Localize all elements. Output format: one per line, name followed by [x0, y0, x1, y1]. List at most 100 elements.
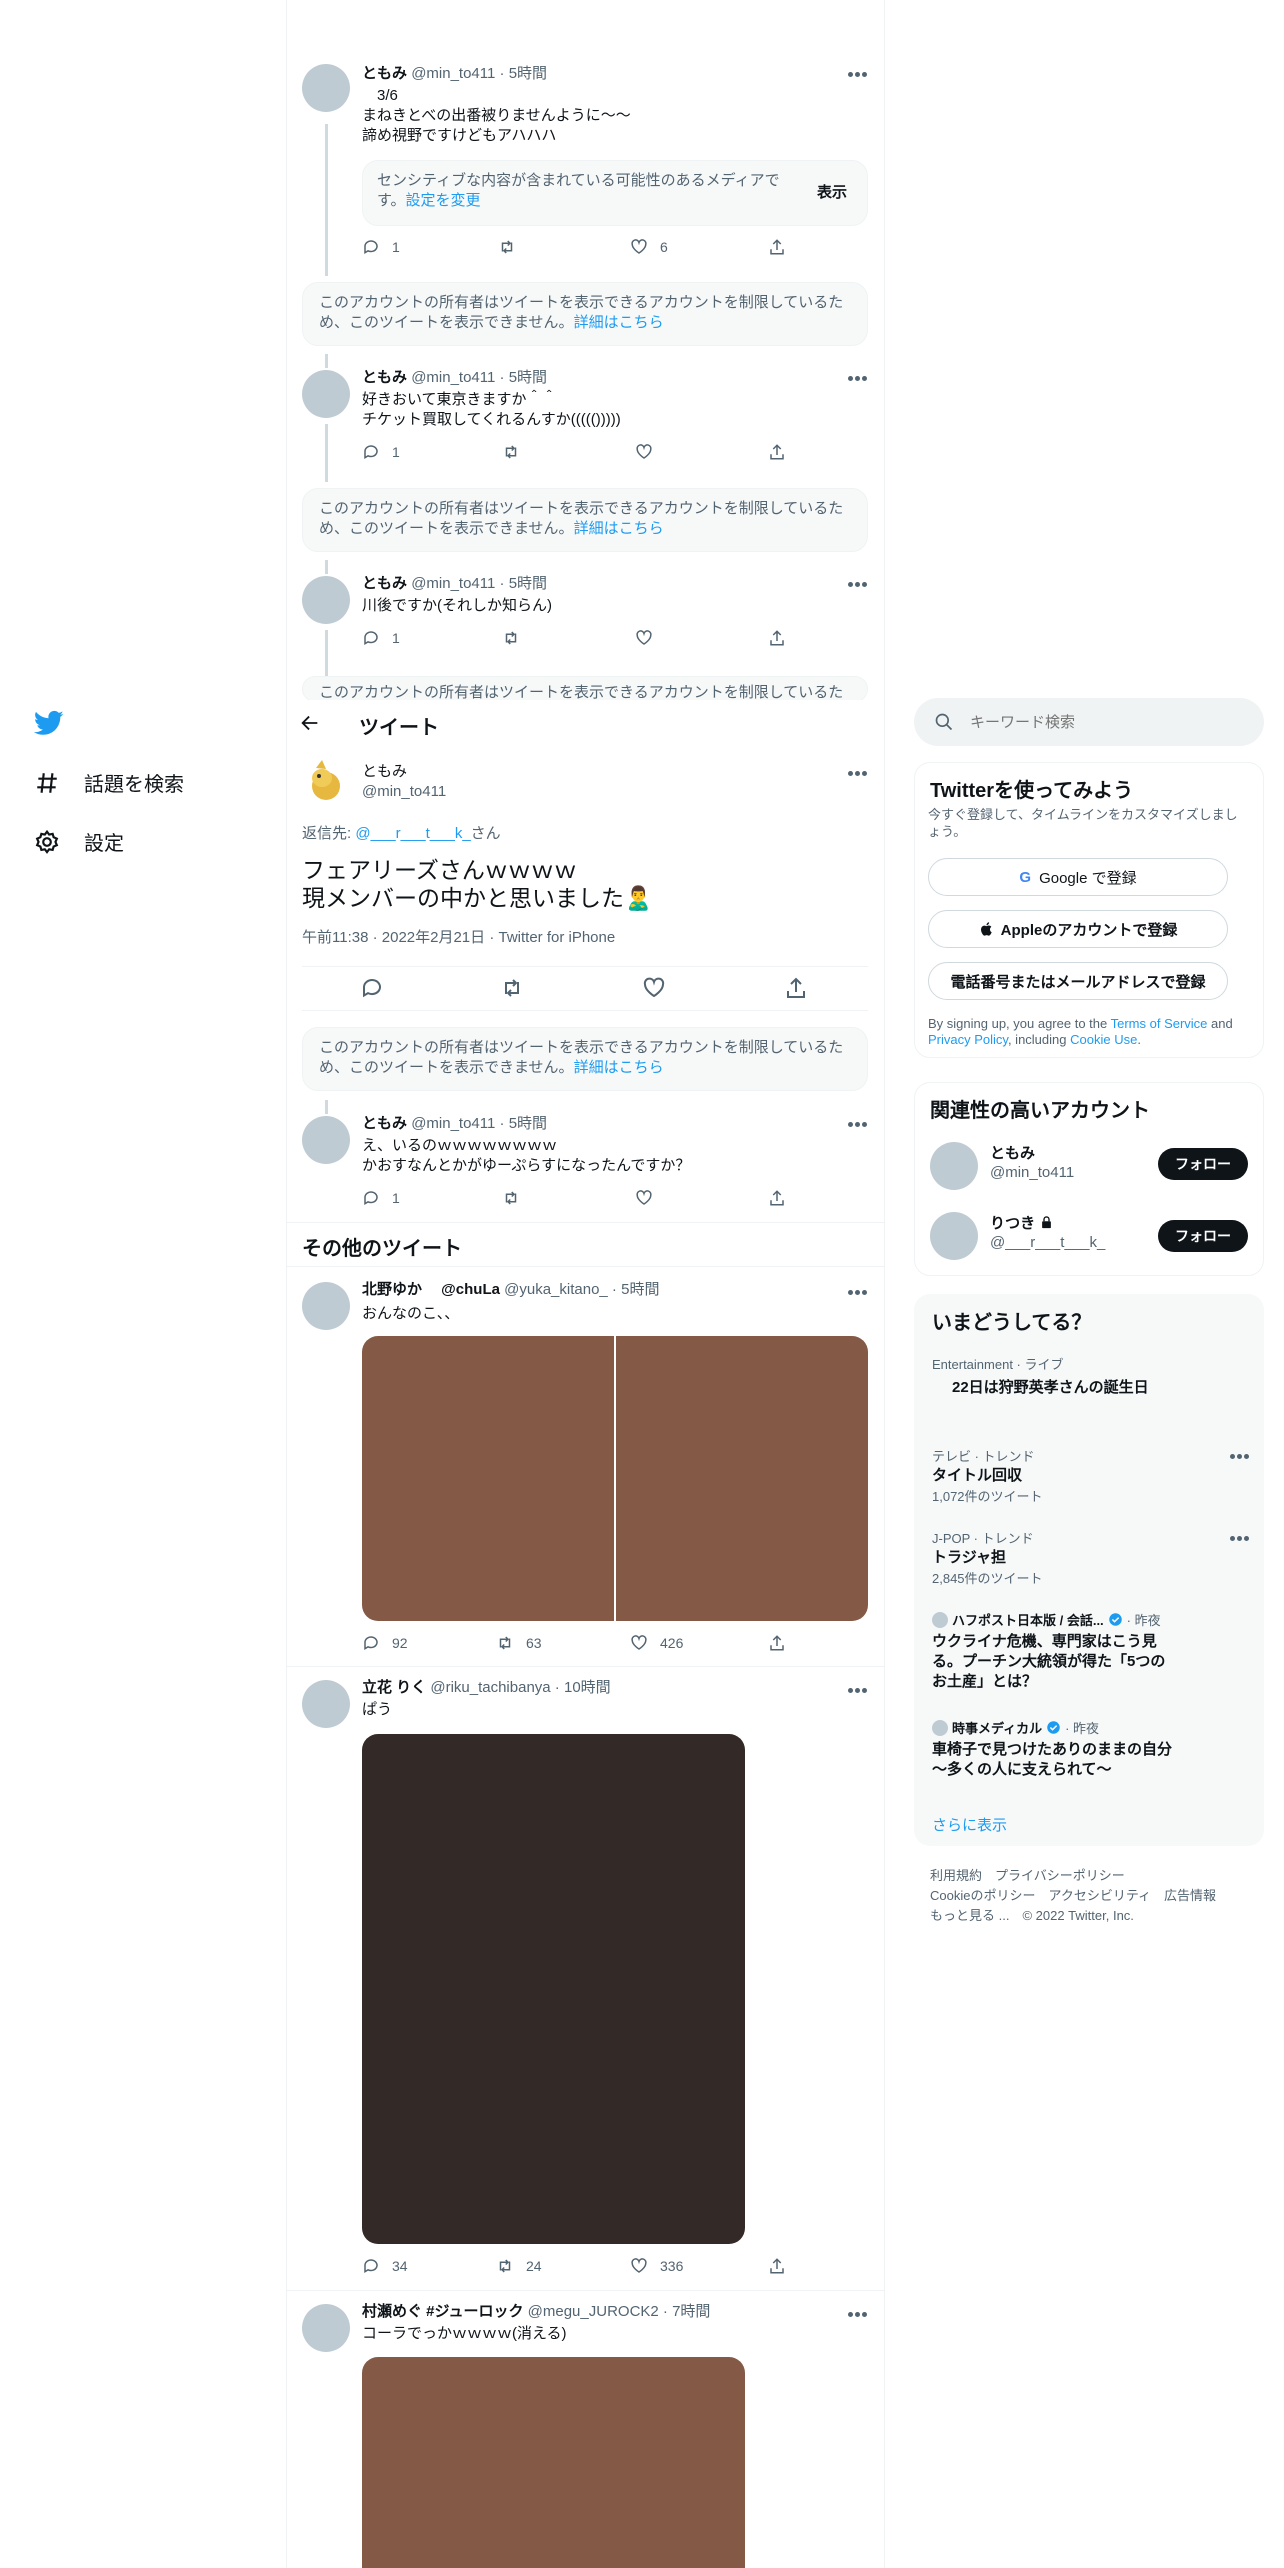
- more-icon[interactable]: [1230, 1454, 1250, 1460]
- change-settings-link[interactable]: 設定を変更: [406, 192, 481, 209]
- tweet-header: ともみ @min_to411 · 5時間: [362, 369, 548, 386]
- reply-button[interactable]: 1: [362, 238, 400, 256]
- reply-button[interactable]: [360, 976, 384, 1000]
- show-button[interactable]: 表示: [817, 183, 847, 203]
- google-signup-button[interactable]: G Google で登録: [928, 858, 1228, 896]
- apple-signup-button[interactable]: Appleのアカウントで登録: [928, 910, 1228, 948]
- reply-button[interactable]: 1: [362, 629, 400, 647]
- trend-title[interactable]: 22日は狩野英孝さんの誕生日: [952, 1376, 1149, 1397]
- like-button[interactable]: [635, 443, 665, 461]
- account-name[interactable]: ともみ: [990, 1142, 1035, 1163]
- avatar[interactable]: [302, 1680, 350, 1728]
- page-title: ツイート: [359, 717, 439, 739]
- tweet-media[interactable]: [362, 1734, 745, 2244]
- retweet-icon: [505, 445, 517, 459]
- like-button[interactable]: [635, 629, 665, 647]
- more-icon[interactable]: [848, 1688, 868, 1694]
- avatar[interactable]: [302, 370, 350, 418]
- reply-button[interactable]: 1: [362, 443, 400, 461]
- news-title[interactable]: ウクライナ危機、専門家はこう見る。プーチン大統領が得た「5つのお土産」とは？: [932, 1632, 1172, 1692]
- divider: [287, 1222, 884, 1223]
- footer-links[interactable]: 利用規約 プライバシーポリシー Cookieのポリシー アクセシビリティ 広告情…: [930, 1866, 1216, 1926]
- terms-link[interactable]: Terms of Service: [1111, 1016, 1208, 1031]
- more-icon[interactable]: [848, 1290, 868, 1296]
- reply-to-link[interactable]: @___r___t___k_: [355, 825, 470, 842]
- follow-button[interactable]: フォロー: [1158, 1220, 1248, 1252]
- search-bar[interactable]: [914, 698, 1264, 746]
- search-input[interactable]: [970, 708, 1240, 736]
- retweet-button[interactable]: [498, 238, 528, 256]
- heart-icon: [636, 444, 652, 459]
- share-icon: [770, 1635, 784, 1651]
- media-image[interactable]: [362, 1336, 614, 1621]
- share-button[interactable]: [768, 443, 798, 461]
- follow-button[interactable]: フォロー: [1158, 1148, 1248, 1180]
- share-button[interactable]: [768, 238, 798, 256]
- reply-button[interactable]: 1: [362, 1189, 400, 1207]
- more-icon[interactable]: [848, 582, 868, 588]
- share-button[interactable]: [768, 2257, 798, 2275]
- like-button[interactable]: [642, 976, 666, 1000]
- author-handle[interactable]: @min_to411: [362, 782, 446, 802]
- avatar[interactable]: [302, 756, 350, 804]
- news-title[interactable]: 車椅子で見つけたありのままの自分～多くの人に支えられて～: [932, 1740, 1172, 1780]
- like-button[interactable]: 336: [630, 2257, 683, 2275]
- avatar[interactable]: [302, 2304, 350, 2352]
- divider: [287, 1266, 884, 1267]
- trend-title[interactable]: タイトル回収: [932, 1464, 1022, 1485]
- sensitive-media-notice: センシティブな内容が含まれている可能性のあるメディアです。設定を変更 表示: [362, 160, 868, 226]
- column-divider-right: [884, 0, 885, 2568]
- avatar[interactable]: [930, 1142, 978, 1190]
- show-more-link[interactable]: さらに表示: [932, 1814, 1007, 1835]
- more-icon[interactable]: [848, 376, 868, 382]
- more-icon[interactable]: [848, 72, 868, 78]
- retweet-button[interactable]: [500, 976, 524, 1000]
- phone-email-signup-button[interactable]: 電話番号またはメールアドレスで登録: [928, 962, 1228, 1000]
- avatar[interactable]: [302, 1282, 350, 1330]
- retweet-button[interactable]: [502, 629, 532, 647]
- author-name[interactable]: ともみ: [362, 762, 407, 782]
- share-button[interactable]: [768, 1634, 798, 1652]
- reply-button[interactable]: 92: [362, 1634, 408, 1652]
- cookie-link[interactable]: Cookie Use: [1070, 1032, 1137, 1047]
- more-icon[interactable]: [1230, 1536, 1250, 1542]
- restricted-tweet-notice: このアカウントの所有者はツイートを表示できるアカウントを制限しているため、このツ…: [302, 1027, 868, 1091]
- more-icon[interactable]: [848, 2312, 868, 2318]
- share-button[interactable]: [768, 629, 798, 647]
- share-icon: [787, 977, 805, 998]
- reply-button[interactable]: 34: [362, 2257, 408, 2275]
- account-name[interactable]: りつき: [990, 1212, 1054, 1233]
- like-button[interactable]: 426: [630, 1634, 683, 1652]
- avatar[interactable]: [302, 576, 350, 624]
- retweet-button[interactable]: [502, 1189, 532, 1207]
- more-icon[interactable]: [848, 1122, 868, 1128]
- share-button[interactable]: [768, 1189, 798, 1207]
- more-icon[interactable]: [848, 771, 868, 777]
- tweet-text: おんなのこ、、: [362, 1305, 460, 1322]
- privacy-link[interactable]: Privacy Policy: [928, 1032, 1008, 1047]
- search-icon: [935, 713, 953, 731]
- retweet-button[interactable]: [502, 443, 532, 461]
- like-button[interactable]: [635, 1189, 665, 1207]
- trend-title[interactable]: トラジャ担: [932, 1546, 1006, 1567]
- retweet-button[interactable]: 24: [496, 2257, 542, 2275]
- thread-line: [325, 1100, 328, 1114]
- like-button[interactable]: 6: [630, 238, 668, 256]
- avatar[interactable]: [302, 1116, 350, 1164]
- twitter-logo-icon[interactable]: [33, 708, 64, 738]
- learn-more-link[interactable]: 詳細はこちら: [574, 1059, 664, 1076]
- nav-settings-label: 設定: [84, 833, 124, 855]
- share-button[interactable]: [784, 976, 808, 1000]
- nav-explore[interactable]: 話題を検索: [34, 768, 184, 797]
- tweet-media[interactable]: [362, 2357, 745, 2568]
- tweet-media[interactable]: [362, 1336, 868, 1621]
- avatar[interactable]: [302, 64, 350, 112]
- nav-settings[interactable]: 設定: [34, 827, 124, 856]
- learn-more-link[interactable]: 詳細はこちら: [574, 520, 664, 537]
- back-arrow-icon[interactable]: [299, 712, 321, 734]
- learn-more-link[interactable]: 詳細はこちら: [574, 314, 664, 331]
- retweet-button[interactable]: 63: [496, 1634, 542, 1652]
- nav-explore-label: 話題を検索: [84, 774, 184, 796]
- avatar[interactable]: [930, 1212, 978, 1260]
- media-image[interactable]: [616, 1336, 868, 1621]
